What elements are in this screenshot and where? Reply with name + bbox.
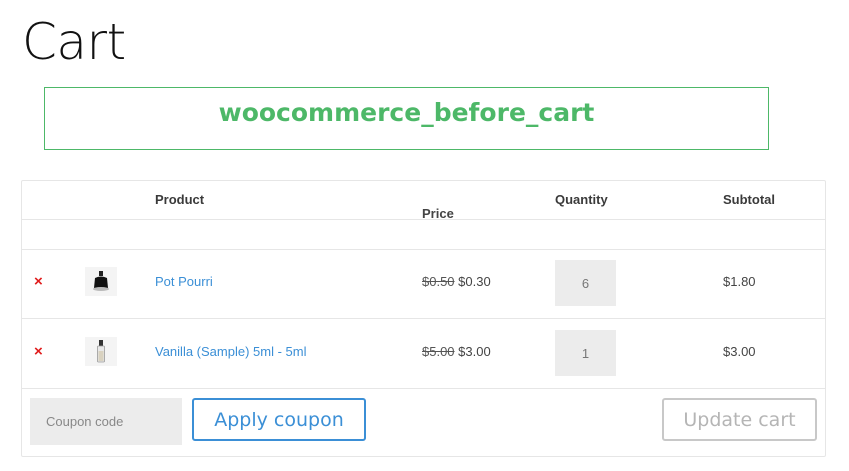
- product-thumbnail[interactable]: [85, 267, 117, 296]
- product-name-link[interactable]: Vanilla (Sample) 5ml - 5ml: [155, 344, 306, 359]
- header-quantity: Quantity: [555, 192, 608, 207]
- before-cart-hook-box: woocommerce_before_cart: [44, 87, 769, 150]
- page-title: Cart: [22, 13, 126, 71]
- before-cart-hook-label: woocommerce_before_cart: [218, 98, 595, 127]
- header-subtotal: Subtotal: [723, 192, 775, 207]
- price-cell: $5.00 $3.00: [422, 344, 491, 359]
- subtotal-value: $3.00: [723, 344, 756, 359]
- quantity-input[interactable]: 1: [555, 330, 616, 376]
- product-name-link[interactable]: Pot Pourri: [155, 274, 213, 289]
- table-spacer-row: [22, 219, 825, 250]
- original-price: $5.00: [422, 344, 455, 359]
- apply-coupon-button[interactable]: Apply coupon: [192, 398, 366, 441]
- table-header-row: Product Price Quantity Subtotal: [22, 181, 825, 221]
- cart-table: Product Price Quantity Subtotal × Pot Po…: [21, 180, 826, 457]
- table-row: × Pot Pourri $0.50 $0.30 6 $1.80: [22, 249, 825, 319]
- original-price: $0.50: [422, 274, 455, 289]
- update-cart-button[interactable]: Update cart: [662, 398, 817, 441]
- cart-actions-row: Apply coupon Update cart: [22, 388, 825, 456]
- price-cell: $0.50 $0.30: [422, 274, 491, 289]
- sale-price: $0.30: [458, 274, 491, 289]
- coupon-code-input[interactable]: [30, 398, 182, 445]
- header-product: Product: [155, 192, 205, 207]
- perfume-bottle-dark-icon: [93, 271, 109, 291]
- table-row: × Vanilla (Sample) 5ml - 5ml $5.00 $3.00…: [22, 319, 825, 389]
- sample-vial-icon: [97, 340, 105, 363]
- subtotal-value: $1.80: [723, 274, 756, 289]
- product-thumbnail[interactable]: [85, 337, 117, 366]
- sale-price: $3.00: [458, 344, 491, 359]
- remove-item-icon[interactable]: ×: [34, 274, 43, 290]
- quantity-input[interactable]: 6: [555, 260, 616, 306]
- remove-item-icon[interactable]: ×: [34, 344, 43, 360]
